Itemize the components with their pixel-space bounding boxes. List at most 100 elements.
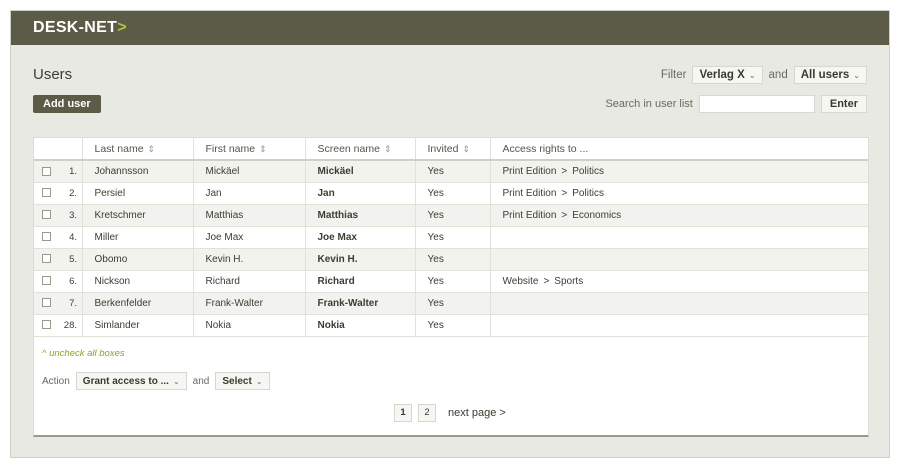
table-row[interactable]: 1. Johannsson Mickäel Mickäel Yes Print Editi… [34, 160, 868, 183]
logo-arrow-icon: > [117, 19, 127, 36]
screen-name-cell: Joe Max [305, 226, 416, 249]
row-select-cell: 4. [34, 226, 83, 249]
search-input[interactable] [698, 94, 815, 113]
invited-cell: Yes [415, 160, 491, 183]
page-button-1[interactable]: 1 [394, 404, 412, 422]
enter-button[interactable]: Enter [820, 94, 867, 113]
last-name-cell: Kretschmer [82, 204, 194, 227]
pagination: 1 2 next page > [394, 404, 506, 422]
row-number: 28. [63, 319, 77, 331]
sort-arrows-icon[interactable]: ⇕ [259, 144, 267, 154]
checkbox-icon[interactable] [42, 254, 51, 264]
first-name-cell: Richard [193, 270, 306, 293]
add-user-button[interactable]: Add user [33, 95, 101, 113]
checkbox-icon[interactable] [42, 276, 51, 286]
access-rights-cell [490, 292, 868, 315]
users-dropdown[interactable]: All users ⌄ [793, 66, 867, 84]
column-header-invited[interactable]: Invited ⇕ [415, 138, 491, 161]
action-bar: Action Grant access to ... ⌄ and Select … [42, 372, 270, 390]
column-header-last-name[interactable]: Last name ⇕ [82, 138, 194, 161]
table-row[interactable]: 4. Miller Joe Max Joe Max Yes [34, 226, 868, 249]
access-section: Website [502, 275, 539, 287]
row-select-cell: 6. [34, 270, 83, 293]
access-desk: Economics [572, 209, 622, 221]
checkbox-icon[interactable] [42, 232, 51, 242]
access-section: Print Edition [502, 165, 557, 177]
invited-cell: Yes [415, 226, 491, 249]
app-frame: DESK-NET> Users Add user Filter Verlag X… [10, 10, 890, 458]
filter-and-label: and [768, 69, 788, 81]
sort-arrows-icon[interactable]: ⇕ [462, 144, 470, 154]
uncheck-all-link[interactable]: ^ uncheck all boxes [42, 348, 125, 359]
top-bar: DESK-NET> [11, 11, 889, 45]
users-panel: Last name ⇕ First name ⇕ Screen name ⇕ Invi… [33, 137, 869, 437]
filter-bar: Filter Verlag X ⌄ and All users ⌄ [661, 66, 867, 84]
invited-cell: Yes [415, 182, 491, 205]
table-row[interactable]: 3. Kretschmer Matthias Matthias Yes Print Edi… [34, 204, 868, 227]
filter-label: Filter [660, 69, 687, 81]
sort-arrows-icon[interactable]: ⇕ [384, 144, 392, 154]
first-name-cell: Jan [193, 182, 306, 205]
publication-dropdown[interactable]: Verlag X ⌄ [692, 66, 763, 84]
chevron-down-icon: ⌄ [255, 376, 263, 386]
logo-text: DESK-NET [33, 19, 118, 36]
page-button-2[interactable]: 2 [418, 404, 436, 422]
action-value: Grant access to ... [82, 375, 169, 387]
select-dropdown[interactable]: Select ⌄ [215, 372, 270, 390]
checkbox-icon[interactable] [42, 188, 51, 198]
last-name-cell: Johannsson [82, 160, 194, 183]
first-name-cell: Kevin H. [193, 248, 306, 271]
first-name-cell: Joe Max [193, 226, 306, 249]
row-number: 5. [69, 253, 77, 265]
search-label: Search in user list [605, 97, 693, 110]
access-rights-cell: Print Edition > Politics [490, 160, 868, 183]
column-header-access-rights: Access rights to ... [490, 138, 868, 161]
table-row[interactable]: 28. Simlander Nokia Nokia Yes [34, 314, 868, 337]
last-name-cell: Simlander [82, 314, 194, 337]
last-name-cell: Miller [82, 226, 194, 249]
last-name-cell: Persiel [82, 182, 194, 205]
row-select-cell: 7. [34, 292, 83, 315]
row-select-cell: 5. [34, 248, 83, 271]
screen-name-cell: Frank-Walter [305, 292, 416, 315]
access-rights-cell [490, 248, 868, 271]
checkbox-icon[interactable] [42, 298, 51, 308]
access-desk: Politics [572, 165, 604, 177]
row-select-cell: 3. [34, 204, 83, 227]
table-row[interactable]: 7. Berkenfelder Frank-Walter Frank-Walter Ye… [34, 292, 868, 315]
logo[interactable]: DESK-NET> [33, 19, 127, 37]
last-name-cell: Berkenfelder [82, 292, 194, 315]
column-header-first-name[interactable]: First name ⇕ [193, 138, 306, 161]
screen-name-cell: Nokia [305, 314, 416, 337]
access-rights-cell: Website > Sports [490, 270, 868, 293]
sort-arrows-icon[interactable]: ⇕ [148, 144, 156, 154]
row-number: 1. [69, 165, 77, 177]
chevron-down-icon: ⌄ [748, 70, 756, 80]
row-number: 3. [69, 209, 77, 221]
next-page-link[interactable]: next page > [448, 407, 506, 419]
access-rights-cell: Print Edition > Politics [490, 182, 868, 205]
chevron-right-icon: > [561, 165, 568, 177]
checkbox-icon[interactable] [42, 210, 51, 220]
checkbox-icon[interactable] [42, 320, 51, 330]
screen-name-cell: Matthias [305, 204, 416, 227]
last-name-cell: Obomo [82, 248, 194, 271]
checkbox-icon[interactable] [42, 166, 51, 176]
invited-cell: Yes [415, 204, 491, 227]
chevron-right-icon: > [543, 275, 550, 287]
table-row[interactable]: 2. Persiel Jan Jan Yes Print Edition > Politics [34, 182, 868, 205]
users-table: Last name ⇕ First name ⇕ Screen name ⇕ Invi… [34, 138, 868, 337]
table-row[interactable]: 6. Nickson Richard Richard Yes Website > Sports [34, 270, 868, 293]
chevron-down-icon: ⌄ [853, 70, 860, 80]
screen-name-cell: Mickäel [305, 160, 416, 183]
row-number: 6. [69, 275, 77, 287]
table-row[interactable]: 5. Obomo Kevin H. Kevin H. Yes [34, 248, 868, 271]
screen-name-cell: Richard [305, 270, 416, 293]
action-dropdown[interactable]: Grant access to ... ⌄ [75, 372, 187, 390]
column-header-screen-name[interactable]: Screen name ⇕ [305, 138, 416, 161]
chevron-down-icon: ⌄ [172, 376, 180, 386]
access-section: Print Edition [502, 187, 557, 199]
screen-name-cell: Kevin H. [305, 248, 416, 271]
row-number: 4. [69, 231, 77, 243]
invited-cell: Yes [415, 292, 491, 315]
